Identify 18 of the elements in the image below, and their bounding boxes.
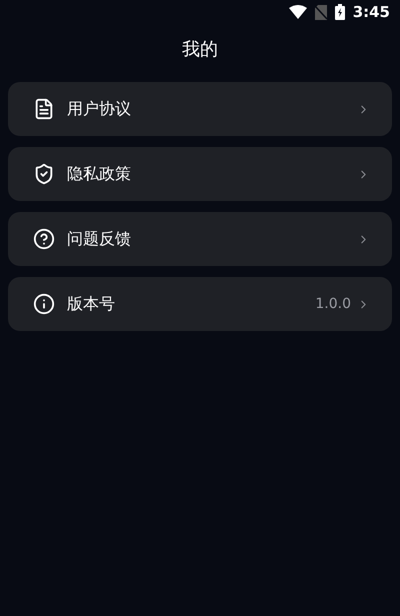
version-number: 1.0.0 [315,294,351,314]
item-label: 问题反馈 [67,228,132,250]
page-title: 我的 [182,38,218,62]
battery-icon [334,4,345,20]
item-label: 隐私政策 [67,163,132,185]
settings-item[interactable]: 问题反馈 [8,212,392,266]
no-sim-icon [314,4,327,20]
question-icon [33,228,55,250]
settings-item[interactable]: 用户协议 [8,82,392,136]
settings-item[interactable]: 版本号 1.0.0 [8,277,392,331]
clock-time: 3:45 [352,2,390,23]
settings-item[interactable]: 隐私政策 [8,147,392,201]
shield-check-icon [33,163,55,185]
item-label: 版本号 [67,293,116,315]
document-icon [33,98,55,120]
item-label: 用户协议 [67,98,132,120]
wifi-icon [288,5,307,19]
info-icon [33,293,55,315]
